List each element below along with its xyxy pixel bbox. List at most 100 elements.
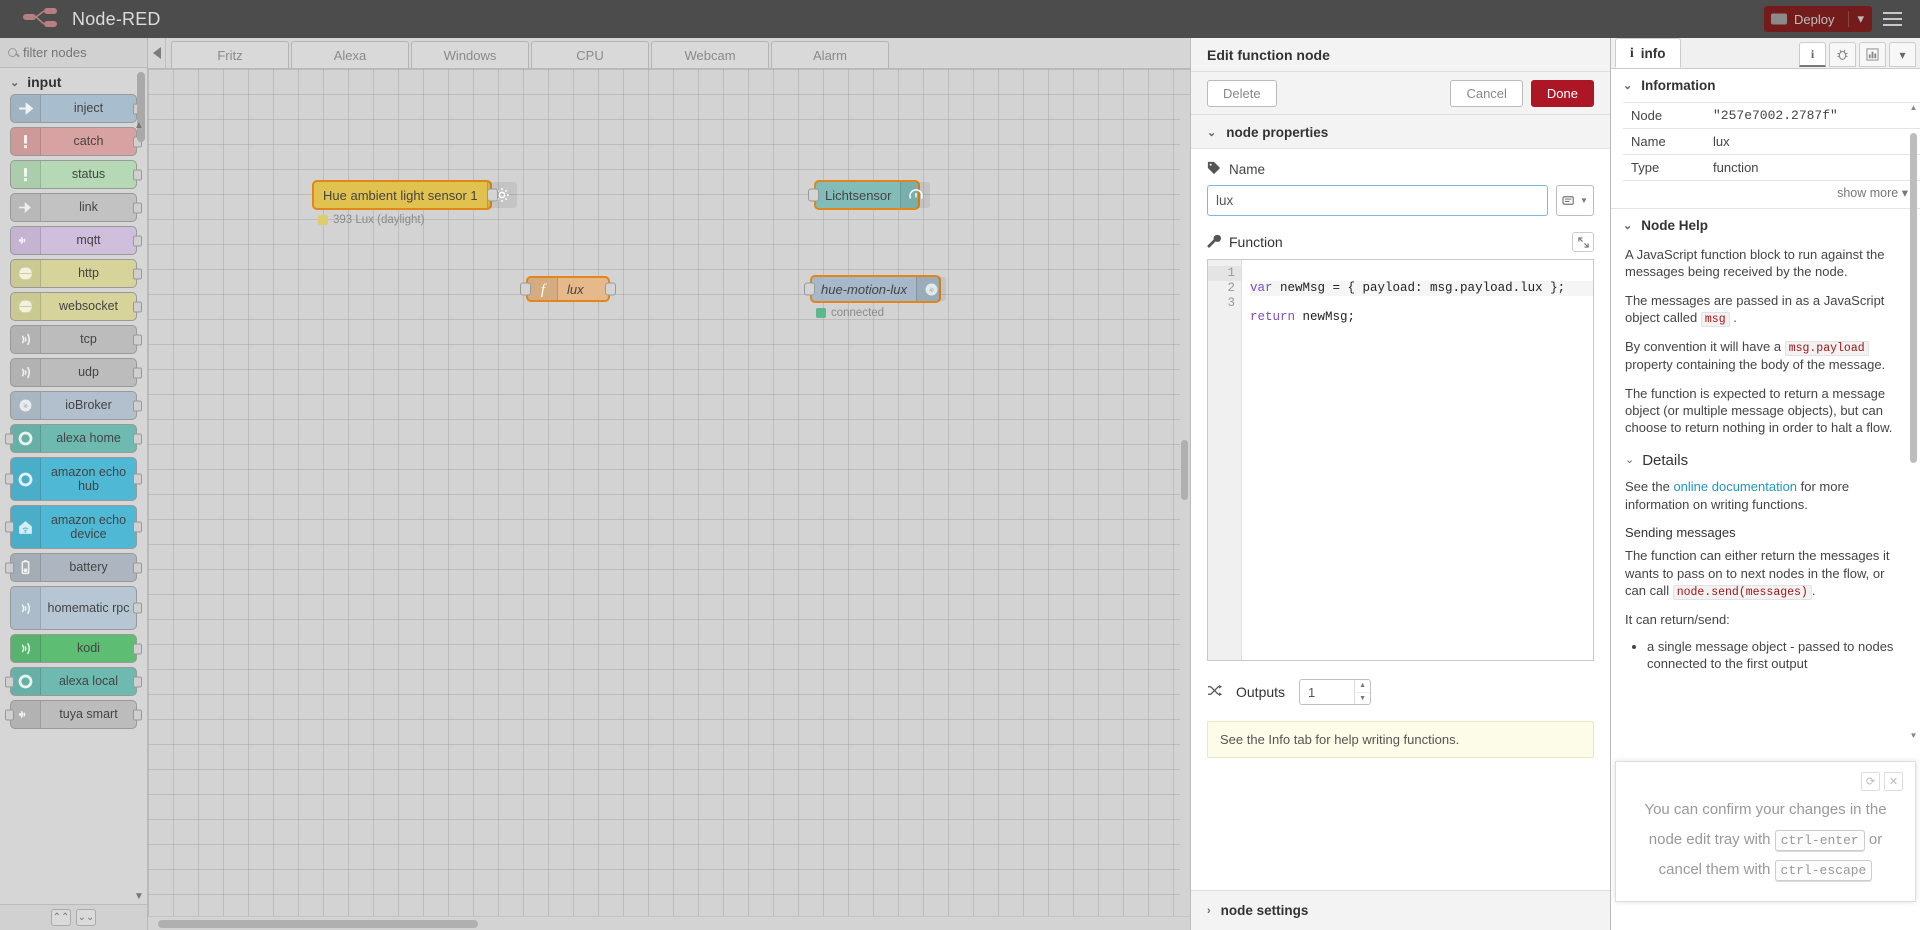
palette-node-input-port bbox=[5, 521, 14, 533]
flow-node-lux[interactable]: f lux bbox=[520, 276, 616, 302]
palette-category-input[interactable]: ⌄ input bbox=[0, 68, 147, 94]
outputs-input[interactable] bbox=[1300, 680, 1355, 704]
node-settings-section-header[interactable]: › node settings bbox=[1191, 890, 1610, 930]
node-input-port[interactable] bbox=[804, 282, 815, 296]
palette-node-amazon-echo-device[interactable]: amazon echo device bbox=[5, 505, 142, 549]
online-documentation-link[interactable]: online documentation bbox=[1673, 479, 1797, 494]
palette-node-label: catch bbox=[73, 134, 104, 149]
canvas-vscroll-thumb[interactable] bbox=[1181, 440, 1188, 500]
tray-toolbar: Delete Cancel Done bbox=[1191, 71, 1610, 115]
collapse-all-icon[interactable]: ⌃⌃ bbox=[51, 909, 71, 926]
palette-node-kodi[interactable]: kodi bbox=[10, 634, 142, 663]
palette-node-websocket[interactable]: websocket bbox=[10, 292, 142, 321]
details-heading-row[interactable]: ⌄ Details bbox=[1625, 451, 1906, 471]
palette-node-output-port bbox=[133, 562, 142, 573]
stepper-down-icon[interactable]: ▼ bbox=[1355, 693, 1370, 705]
palette-node-output-port bbox=[133, 400, 142, 411]
palette-node-link[interactable]: link bbox=[10, 193, 142, 222]
information-section-header[interactable]: ⌄ Information bbox=[1611, 69, 1920, 102]
signal-icon bbox=[11, 587, 41, 629]
name-field-label: Name bbox=[1207, 161, 1594, 178]
flow-tab-fritz[interactable]: Fritz bbox=[171, 41, 289, 68]
deploy-dropdown-caret-icon[interactable]: ▾ bbox=[1848, 11, 1872, 27]
tab-info[interactable]: i info bbox=[1615, 38, 1681, 68]
flow-tab-webcam[interactable]: Webcam bbox=[651, 41, 769, 68]
debug-bug-icon[interactable] bbox=[1829, 42, 1856, 67]
palette-node-catch[interactable]: catch bbox=[10, 127, 142, 156]
canvas-vertical-scrollbar[interactable] bbox=[1180, 100, 1190, 916]
node-input-port[interactable] bbox=[520, 282, 531, 296]
refresh-icon[interactable]: ⟳ bbox=[1861, 772, 1880, 791]
chevron-down-icon[interactable]: ▾ bbox=[1889, 42, 1916, 67]
function-hint: See the Info tab for help writing functi… bbox=[1207, 721, 1594, 758]
palette-node-mqtt[interactable]: mqtt bbox=[10, 226, 142, 255]
flow-tab-cpu[interactable]: CPU bbox=[531, 41, 649, 68]
close-x-icon[interactable]: ✕ bbox=[1884, 772, 1903, 791]
node-help-section-header[interactable]: ⌄ Node Help bbox=[1611, 208, 1920, 242]
expand-all-icon[interactable]: ⌄⌄ bbox=[76, 909, 96, 926]
palette-node-alexa-home[interactable]: alexa home bbox=[5, 424, 142, 453]
palette-node-status[interactable]: status bbox=[10, 160, 142, 189]
chevron-down-icon: ▼ bbox=[1580, 196, 1588, 205]
flow-tab-alexa[interactable]: Alexa bbox=[291, 41, 409, 68]
cancel-button[interactable]: Cancel bbox=[1450, 79, 1523, 107]
name-input[interactable] bbox=[1207, 185, 1548, 216]
flow-node-hue-ambient-light-sensor-1[interactable]: Hue ambient light sensor 1 bbox=[312, 180, 517, 210]
dashboard-chart-icon[interactable] bbox=[1859, 42, 1886, 67]
return-send-text: It can return/send: bbox=[1625, 612, 1730, 628]
node-output-port[interactable] bbox=[487, 188, 498, 202]
help-paragraph-3: By convention it will have a msg.payload… bbox=[1625, 339, 1886, 373]
flow-tab-alarm[interactable]: Alarm bbox=[771, 41, 889, 68]
scroll-up-arrow-icon[interactable]: ▲ bbox=[133, 120, 145, 131]
node-input-port[interactable] bbox=[808, 188, 819, 202]
deploy-button[interactable]: Deploy ▾ bbox=[1764, 6, 1872, 32]
code-line-2: newMsg; bbox=[1302, 310, 1356, 325]
palette-node-amazon-echo-hub[interactable]: amazon echo hub bbox=[5, 457, 142, 501]
node-properties-section-header[interactable]: ⌄ node properties bbox=[1191, 115, 1610, 149]
done-button[interactable]: Done bbox=[1530, 79, 1594, 107]
outputs-stepper[interactable]: ▲ ▼ bbox=[1299, 679, 1372, 705]
expand-editor-icon[interactable] bbox=[1572, 232, 1594, 252]
canvas-horizontal-scrollbar[interactable] bbox=[148, 916, 1190, 930]
info-i-icon[interactable]: i bbox=[1799, 42, 1826, 67]
info-sidebar: i info i ▾ ⌄ Information Node "257e7002.2… bbox=[1610, 38, 1920, 930]
palette-node-homematic-rpc[interactable]: homematic rpc bbox=[10, 586, 142, 630]
palette-node-tcp[interactable]: tcp bbox=[10, 325, 142, 354]
palette-search-row bbox=[0, 38, 147, 68]
function-code-editor[interactable]: 123 var newMsg = { payload: msg.payload.… bbox=[1207, 259, 1594, 661]
show-more-toggle[interactable]: show more ▾ bbox=[1623, 180, 1920, 208]
scroll-up-arrow-icon[interactable]: ▲ bbox=[1909, 103, 1918, 112]
palette-node-battery[interactable]: battery bbox=[5, 553, 142, 582]
exclamation-icon bbox=[11, 161, 41, 188]
palette-node-udp[interactable]: udp bbox=[10, 358, 142, 387]
gauge-icon bbox=[900, 182, 931, 208]
palette-node-http[interactable]: http bbox=[10, 259, 142, 288]
palette-node-input-port bbox=[5, 433, 14, 444]
flow-tab-windows[interactable]: Windows bbox=[411, 41, 529, 68]
name-type-select-button[interactable]: ▼ bbox=[1556, 185, 1594, 216]
scroll-down-arrow-icon[interactable]: ▼ bbox=[133, 891, 145, 902]
echo-wifi-home-icon bbox=[11, 506, 41, 548]
flow-node-lichtsensor[interactable]: Lichtsensor bbox=[808, 180, 931, 210]
flow-canvas[interactable]: Hue ambient light sensor 1 393 Lux (dayli… bbox=[148, 69, 1190, 930]
hamburger-menu-icon[interactable] bbox=[1872, 0, 1912, 38]
editor-code-content[interactable]: var newMsg = { payload: msg.payload.lux … bbox=[1242, 260, 1593, 660]
flow-node-hue-motion-lux[interactable]: hue-motion-lux io bbox=[804, 275, 946, 303]
palette-scroll-region[interactable]: ⌄ input inject catch status link mqtt http web… bbox=[0, 68, 147, 904]
scroll-down-arrow-icon[interactable]: ▼ bbox=[1909, 731, 1918, 740]
code-msg: msg bbox=[1700, 311, 1730, 327]
palette-node-ioBroker[interactable]: io ioBroker bbox=[10, 391, 142, 420]
filter-nodes-input[interactable] bbox=[23, 45, 139, 60]
palette-node-alexa-local[interactable]: alexa local bbox=[5, 667, 142, 696]
node-output-port[interactable] bbox=[605, 282, 616, 296]
tabs-collapse-button[interactable] bbox=[148, 38, 166, 68]
palette-scrollbar[interactable] bbox=[137, 72, 145, 142]
palette-node-inject[interactable]: inject bbox=[10, 94, 142, 123]
info-vscroll-thumb[interactable] bbox=[1910, 133, 1917, 463]
palette-node-tuya-smart[interactable]: tuya smart bbox=[5, 700, 142, 729]
canvas-hscroll-thumb[interactable] bbox=[158, 920, 478, 928]
palette-node-label: tcp bbox=[80, 332, 97, 347]
stepper-up-icon[interactable]: ▲ bbox=[1355, 680, 1371, 693]
code-node-send: node.send(messages) bbox=[1672, 584, 1812, 600]
delete-button[interactable]: Delete bbox=[1207, 79, 1277, 107]
